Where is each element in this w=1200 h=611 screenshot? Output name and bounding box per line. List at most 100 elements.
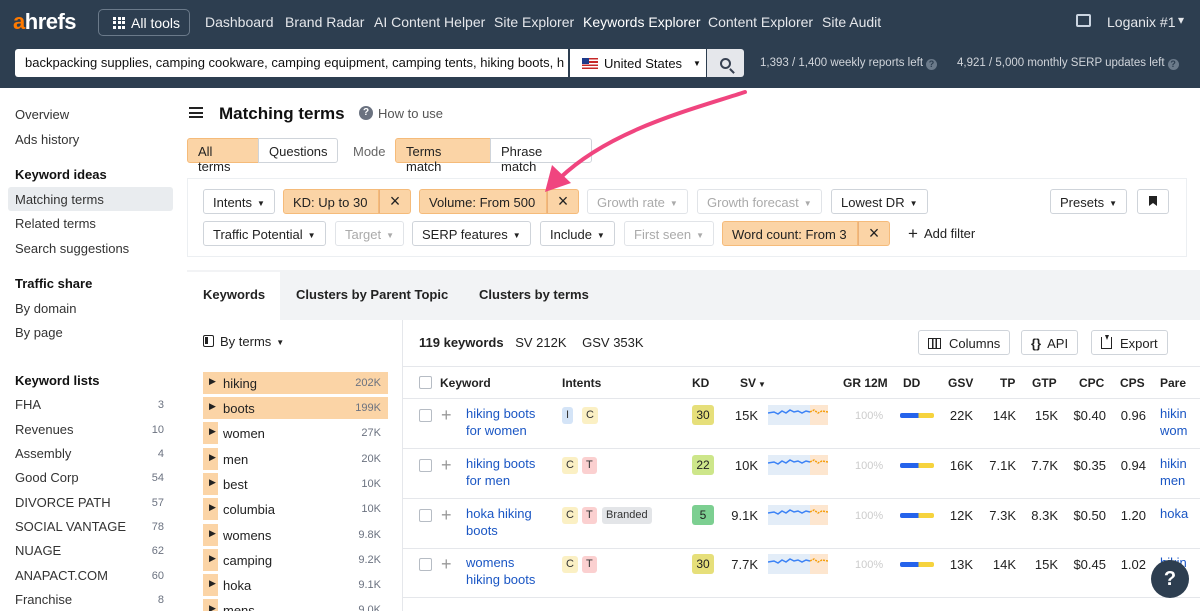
ahrefs-logo[interactable]: ahrefs [13, 9, 77, 35]
sidebar-list-item[interactable]: Good Corp [15, 470, 79, 485]
term-row[interactable]: ▶ columbia 10K [203, 498, 388, 520]
sidebar-list-item[interactable]: Assembly [15, 446, 71, 461]
help-chat-button[interactable]: ? [1151, 560, 1189, 598]
col-gr12m[interactable]: GR 12M [843, 376, 888, 390]
all-tools-button[interactable]: All tools [98, 9, 190, 36]
term-row[interactable]: ▶ hoka 9.1K [203, 574, 388, 596]
nav-site-audit[interactable]: Site Audit [822, 14, 881, 30]
col-intents[interactable]: Intents [562, 376, 601, 390]
sidebar-item-by-domain[interactable]: By domain [15, 301, 76, 316]
monitor-icon[interactable] [1076, 14, 1091, 27]
chevron-right-icon[interactable]: ▶ [209, 502, 216, 513]
nav-site-explorer[interactable]: Site Explorer [494, 14, 574, 30]
export-button[interactable]: Export [1091, 330, 1168, 355]
keyword-link[interactable]: womens hiking boots [466, 554, 556, 588]
row-checkbox[interactable] [419, 509, 432, 522]
add-to-list-icon[interactable]: + [441, 456, 452, 474]
nav-content-explorer[interactable]: Content Explorer [708, 14, 813, 30]
filter-volume[interactable]: Volume: From 500 [419, 189, 547, 214]
tab-all-terms[interactable]: All terms [187, 138, 259, 174]
sidebar-list-item[interactable]: SOCIAL VANTAGE [15, 519, 126, 534]
filter-word-count[interactable]: Word count: From 3 [722, 221, 858, 246]
filter-growth-forecast[interactable]: Growth forecast ▼ [697, 189, 822, 214]
nav-ai-content-helper[interactable]: AI Content Helper [374, 14, 485, 30]
term-row[interactable]: ▶ camping 9.2K [203, 549, 388, 571]
term-row[interactable]: ▶ hiking 202K [203, 372, 388, 394]
filter-first-seen[interactable]: First seen ▼ [624, 221, 714, 246]
select-all-checkbox[interactable] [419, 376, 432, 389]
bookmark-icon[interactable] [1137, 189, 1169, 214]
col-gtp[interactable]: GTP [1032, 376, 1057, 390]
keyword-search-input[interactable]: backpacking supplies, camping cookware, … [15, 49, 568, 77]
col-kd[interactable]: KD [692, 376, 709, 390]
add-filter-button[interactable]: + Add filter [908, 224, 975, 244]
filter-include[interactable]: Include ▼ [540, 221, 615, 246]
filter-serp-features[interactable]: SERP features ▼ [412, 221, 531, 246]
sidebar-list-item[interactable]: ANAPACT.COM [15, 568, 108, 583]
filter-kd[interactable]: KD: Up to 30 [283, 189, 379, 214]
nav-brand-radar[interactable]: Brand Radar [285, 14, 364, 30]
sidebar-list-item[interactable]: Revenues [15, 422, 74, 437]
term-row[interactable]: ▶ boots 199K [203, 397, 388, 419]
nav-keywords-explorer[interactable]: Keywords Explorer [583, 14, 701, 30]
chevron-right-icon[interactable]: ▶ [209, 426, 216, 437]
sidebar-list-item[interactable]: DIVORCE PATH [15, 495, 111, 510]
close-icon[interactable]: × [858, 221, 890, 246]
col-parent-topic[interactable]: Pare [1160, 376, 1186, 390]
add-to-list-icon[interactable]: + [441, 555, 452, 573]
country-select[interactable]: United States ▼ [570, 49, 706, 77]
sidebar-list-item[interactable]: FHA [15, 397, 41, 412]
keyword-link[interactable]: hiking boots for men [466, 455, 556, 489]
help-icon[interactable]: ? [926, 59, 938, 70]
sidebar-list-item[interactable]: Franchise [15, 592, 72, 607]
help-icon[interactable]: ? [359, 106, 373, 120]
filter-growth-rate[interactable]: Growth rate ▼ [587, 189, 688, 214]
filter-lowest-dr[interactable]: Lowest DR ▼ [831, 189, 928, 214]
chevron-right-icon[interactable]: ▶ [209, 528, 216, 539]
row-checkbox[interactable] [419, 409, 432, 422]
add-to-list-icon[interactable]: + [441, 506, 452, 524]
keyword-link[interactable]: hoka hiking boots [466, 505, 556, 539]
term-row[interactable]: ▶ best 10K [203, 473, 388, 495]
chevron-right-icon[interactable]: ▶ [209, 401, 216, 412]
chevron-right-icon[interactable]: ▶ [209, 578, 216, 589]
term-row[interactable]: ▶ womens 9.8K [203, 524, 388, 546]
tab-terms-match[interactable]: Terms match [395, 138, 491, 174]
chevron-right-icon[interactable]: ▶ [209, 376, 216, 387]
columns-button[interactable]: Columns [918, 330, 1011, 355]
col-tp[interactable]: TP [1000, 376, 1015, 390]
close-icon[interactable]: × [547, 189, 579, 214]
tab-clusters-parent-topic[interactable]: Clusters by Parent Topic [296, 287, 448, 302]
help-icon[interactable]: ? [1167, 59, 1179, 70]
sidebar-item-related-terms[interactable]: Related terms [15, 216, 96, 231]
col-cps[interactable]: CPS [1120, 376, 1145, 390]
row-checkbox[interactable] [419, 558, 432, 571]
chevron-right-icon[interactable]: ▶ [209, 553, 216, 564]
chevron-right-icon[interactable]: ▶ [209, 477, 216, 488]
sidebar-item-overview[interactable]: Overview [15, 107, 69, 122]
sidebar-item-by-page[interactable]: By page [15, 325, 63, 340]
close-icon[interactable]: × [379, 189, 411, 214]
sidebar-item-matching-terms[interactable]: Matching terms [15, 192, 104, 207]
menu-icon[interactable] [189, 107, 203, 118]
parent-topic-link[interactable]: hikinwom [1160, 405, 1187, 439]
how-to-use-link[interactable]: How to use [378, 106, 443, 121]
sidebar-item-ads-history[interactable]: Ads history [15, 132, 79, 147]
sidebar-list-item[interactable]: NUAGE [15, 543, 61, 558]
keyword-link[interactable]: hiking boots for women [466, 405, 556, 439]
col-keyword[interactable]: Keyword [440, 376, 491, 390]
search-button[interactable] [707, 49, 744, 77]
term-row[interactable]: ▶ mens 9.0K [203, 599, 388, 611]
tab-questions[interactable]: Questions [258, 138, 338, 163]
nav-dashboard[interactable]: Dashboard [205, 14, 274, 30]
account-menu[interactable]: Loganix #1 [1107, 14, 1176, 30]
chevron-right-icon[interactable]: ▶ [209, 603, 216, 611]
term-row[interactable]: ▶ men 20K [203, 448, 388, 470]
filter-traffic-potential[interactable]: Traffic Potential ▼ [203, 221, 326, 246]
chevron-right-icon[interactable]: ▶ [209, 452, 216, 463]
tab-keywords[interactable]: Keywords [203, 287, 265, 302]
by-terms-dropdown[interactable]: By terms ▼ [203, 334, 284, 349]
col-cpc[interactable]: CPC [1079, 376, 1104, 390]
tab-phrase-match[interactable]: Phrase match [490, 138, 592, 174]
tab-clusters-terms[interactable]: Clusters by terms [479, 287, 589, 302]
